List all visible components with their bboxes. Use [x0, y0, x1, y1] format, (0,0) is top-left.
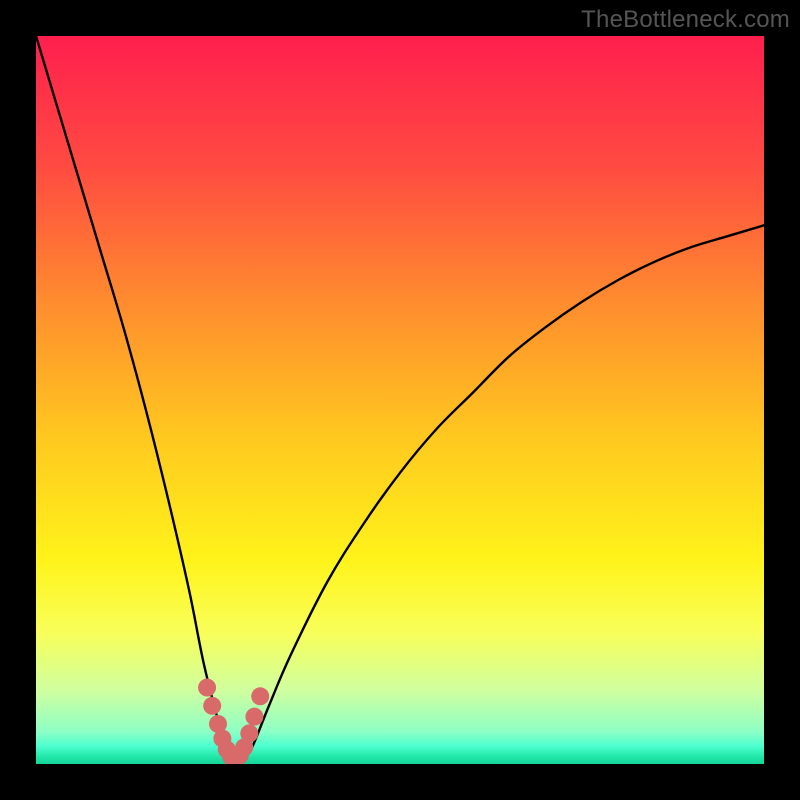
- chart-frame: TheBottleneck.com: [0, 0, 800, 800]
- bottom-marker: [240, 724, 258, 742]
- plot-area: [36, 36, 764, 764]
- curve-layer: [36, 36, 764, 764]
- bottom-marker: [203, 697, 221, 715]
- bottom-marker: [251, 687, 269, 705]
- bottom-marker-group: [198, 679, 269, 764]
- bottom-marker: [245, 708, 263, 726]
- watermark-text: TheBottleneck.com: [581, 6, 790, 34]
- bottleneck-curve: [36, 36, 764, 760]
- bottom-marker: [198, 679, 216, 697]
